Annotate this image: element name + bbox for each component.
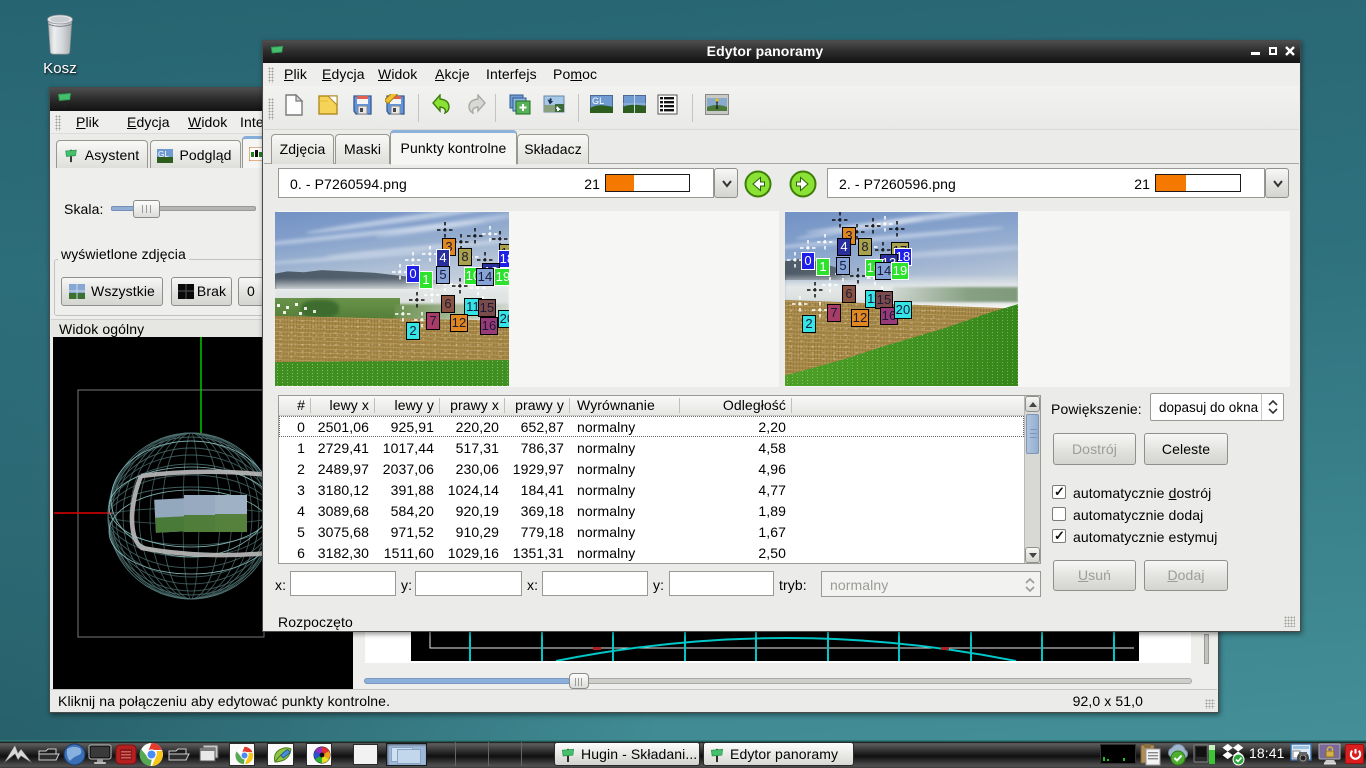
svg-text:GL: GL (592, 96, 604, 106)
svg-text:GL: GL (158, 150, 169, 159)
